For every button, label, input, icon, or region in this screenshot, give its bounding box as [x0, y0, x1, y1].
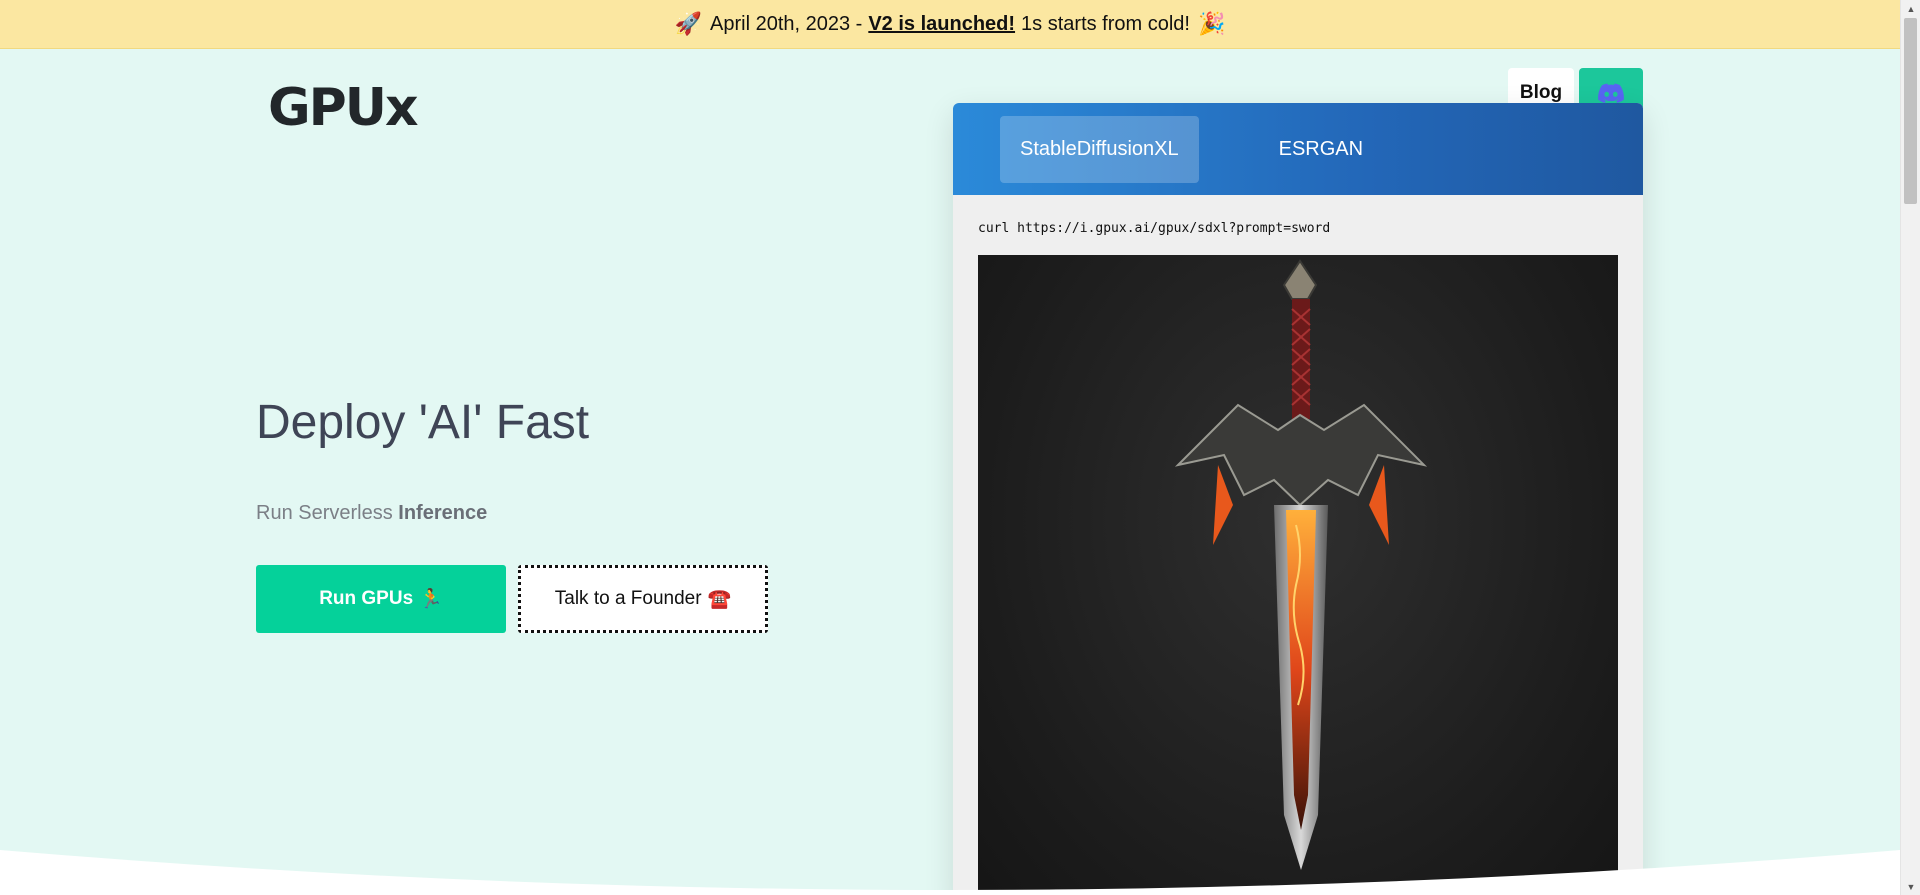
tab-esrgan[interactable]: ESRGAN [1259, 116, 1383, 183]
announcement-link[interactable]: V2 is launched! [868, 13, 1015, 36]
vertical-scrollbar[interactable]: ▲ ▼ [1900, 0, 1920, 895]
scroll-down-arrow-icon[interactable]: ▼ [1901, 878, 1920, 895]
gpux-logo[interactable]: GPUx [268, 78, 419, 138]
model-tabs: StableDiffusionXL ESRGAN [953, 103, 1643, 195]
scroll-up-arrow-icon[interactable]: ▲ [1901, 0, 1920, 17]
announcement-tail: 1s starts from cold! [1021, 12, 1190, 35]
section-divider-wave [0, 850, 1900, 895]
party-popper-icon: 🎉 [1197, 11, 1226, 36]
talk-to-founder-label: Talk to a Founder [554, 588, 702, 609]
model-demo-panel: StableDiffusionXL ESRGAN curl https://i.… [953, 103, 1643, 895]
announcement-banner: 🚀 April 20th, 2023 - V2 is launched! 1s … [0, 0, 1900, 49]
telephone-icon: ☎️ [707, 589, 732, 610]
running-person-icon: 🏃 [419, 589, 443, 610]
tab-stablediffusionxl[interactable]: StableDiffusionXL [1000, 115, 1199, 183]
hero-title: Deploy 'AI' Fast [256, 396, 590, 449]
run-gpus-button[interactable]: Run GPUs 🏃 [256, 565, 506, 633]
curl-command: curl https://i.gpux.ai/gpux/sdxl?prompt=… [978, 221, 1331, 236]
discord-icon [1598, 83, 1624, 103]
run-gpus-label: Run GPUs [319, 588, 414, 609]
hero-subtitle-bold: Inference [398, 502, 488, 524]
hero-subtitle: Run Serverless Inference [256, 502, 487, 525]
sword-image [978, 255, 1618, 895]
rocket-icon: 🚀 [674, 11, 702, 36]
hero-subtitle-prefix: Run Serverless [256, 502, 393, 524]
talk-to-founder-button[interactable]: Talk to a Founder ☎️ [518, 565, 768, 633]
scrollbar-thumb[interactable] [1904, 18, 1917, 204]
announcement-date: April 20th, 2023 - [710, 12, 863, 35]
